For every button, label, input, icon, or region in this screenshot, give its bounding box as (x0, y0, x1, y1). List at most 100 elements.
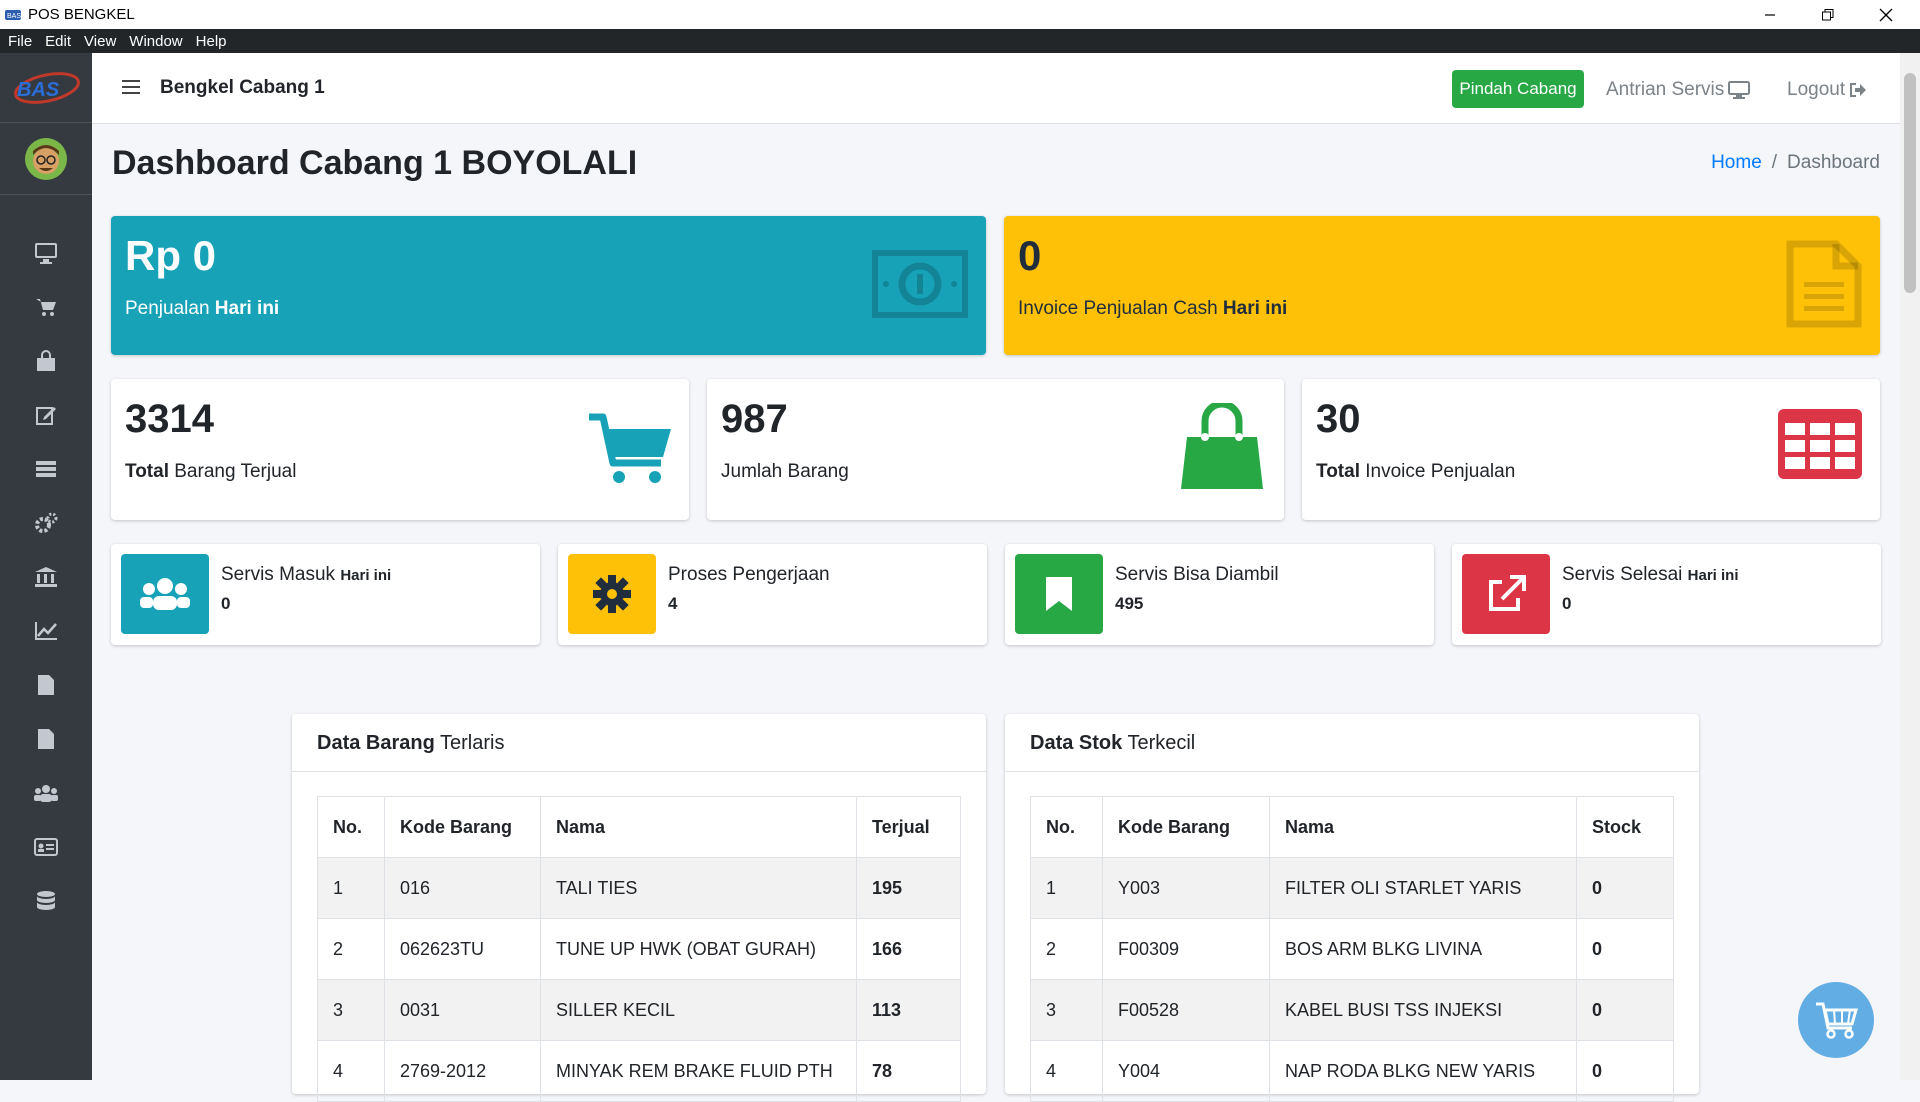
nav-penjualan[interactable] (0, 287, 92, 327)
hamburger-menu-icon[interactable] (122, 79, 140, 95)
menu-view[interactable]: View (84, 33, 116, 50)
database-icon (37, 891, 55, 910)
cell-nama: KABEL BUSI TSS INJEKSI (1269, 979, 1577, 1041)
cart-icon (1816, 1002, 1858, 1039)
cell-nama: TALI TIES (540, 857, 857, 919)
cell-nama: NAP RODA BLKG NEW YARIS (1269, 1040, 1577, 1102)
servis-selesai-label: Servis Selesai Hari ini (1562, 564, 1739, 585)
col-kode-barang: Kode Barang (1102, 796, 1270, 858)
brand-logo[interactable]: BAS (0, 53, 92, 123)
proses-pengerjaan-icon-box (568, 554, 656, 634)
svg-text:BAS: BAS (17, 79, 60, 101)
cell-terjual: 166 (856, 918, 961, 980)
stok-terkecil-title: Data Stok Terkecil (1005, 714, 1699, 772)
proses-pengerjaan-label: Proses Pengerjaan (668, 564, 830, 585)
penjualan-value: Rp 0 (125, 232, 217, 279)
minimize-button[interactable] (1741, 0, 1799, 29)
servis-bisa-diambil-value: 495 (1115, 594, 1144, 613)
stok-terkecil-card: Data Stok Terkecil No. Kode Barang Nama … (1005, 714, 1699, 1102)
cell-stock: 0 (1576, 857, 1674, 919)
barang-terjual-value: 3314 (125, 397, 214, 441)
sidebar: BAS (0, 53, 92, 1080)
nav-bank[interactable] (0, 557, 92, 597)
shopping-bag-icon (37, 350, 55, 371)
shopping-bag-icon (1181, 403, 1263, 489)
nav-dokumen-1[interactable] (0, 665, 92, 705)
antrian-servis-label: Antrian Servis (1606, 79, 1725, 100)
table-row: 1 016 TALI TIES 195 (317, 857, 961, 919)
restore-button[interactable] (1799, 0, 1857, 29)
jumlah-barang-box: 987 Jumlah Barang (707, 379, 1284, 520)
menu-file[interactable]: File (8, 33, 32, 50)
nav-edit[interactable] (0, 395, 92, 435)
servis-masuk-box: Servis Masuk Hari ini 0 (111, 544, 540, 645)
cell-kode: F00528 (1102, 979, 1270, 1041)
window-title: POS BENGKEL (28, 6, 135, 23)
nav-data[interactable] (0, 449, 92, 489)
cell-no: 3 (317, 979, 385, 1041)
page-title: Dashboard Cabang 1 BOYOLALI (112, 144, 638, 182)
breadcrumb: Home / Dashboard (1711, 152, 1880, 174)
cart-icon (36, 299, 56, 316)
cell-terjual: 113 (856, 979, 961, 1041)
cell-no: 4 (317, 1040, 385, 1102)
nav-users[interactable] (0, 773, 92, 813)
breadcrumb-home[interactable]: Home (1711, 152, 1762, 174)
close-button[interactable] (1857, 0, 1915, 29)
nav-laporan-grafik[interactable] (0, 611, 92, 651)
app-logo-icon: BAS (5, 9, 21, 20)
nav-dokumen-2[interactable] (0, 719, 92, 759)
menu-window[interactable]: Window (129, 33, 182, 50)
floating-cart-button[interactable] (1798, 982, 1874, 1058)
nav-dashboard[interactable] (0, 233, 92, 273)
col-no: No. (1030, 796, 1103, 858)
file-text-icon (1786, 240, 1862, 328)
list-icon (36, 461, 56, 477)
invoice-cash-label: Invoice Penjualan Cash Hari ini (1018, 298, 1288, 319)
cell-no: 4 (1030, 1040, 1103, 1102)
cell-stock: 0 (1576, 1040, 1674, 1102)
penjualan-label: Penjualan Hari ini (125, 298, 280, 319)
cell-no: 2 (317, 918, 385, 980)
cell-nama: SILLER KECIL (540, 979, 857, 1041)
nav-pembelian[interactable] (0, 341, 92, 381)
nav-database[interactable] (0, 881, 92, 921)
table-header-row: No. Kode Barang Nama Terjual (317, 796, 961, 858)
table-row: 4 2769-2012 MINYAK REM BRAKE FLUID PTH 78 (317, 1040, 961, 1102)
scrollbar-thumb[interactable] (1904, 73, 1916, 293)
cell-kode: F00309 (1102, 918, 1270, 980)
breadcrumb-separator: / (1771, 152, 1778, 173)
col-kode-barang: Kode Barang (384, 796, 541, 858)
cell-no: 2 (1030, 918, 1103, 980)
servis-masuk-icon-box (121, 554, 209, 634)
antrian-servis-link[interactable]: Antrian Servis (1606, 79, 1751, 101)
menu-edit[interactable]: Edit (45, 33, 71, 50)
proses-pengerjaan-box: Proses Pengerjaan 4 (558, 544, 987, 645)
nav-settings[interactable] (0, 503, 92, 543)
stok-terkecil-table: No. Kode Barang Nama Stock 1 Y003 FILTER O… (1030, 796, 1674, 1102)
vertical-scrollbar[interactable] (1900, 53, 1920, 1080)
jumlah-barang-label: Jumlah Barang (721, 461, 849, 482)
servis-bisa-diambil-label: Servis Bisa Diambil (1115, 564, 1279, 585)
nav-id-card[interactable] (0, 827, 92, 867)
file-icon (38, 729, 54, 749)
barang-terjual-label: Total Barang Terjual (125, 461, 297, 482)
bank-icon (35, 567, 57, 587)
chart-line-icon (35, 622, 57, 640)
pindah-cabang-button[interactable]: Pindah Cabang (1452, 70, 1584, 108)
logout-link[interactable]: Logout (1787, 79, 1867, 101)
servis-selesai-icon-box (1462, 554, 1550, 634)
col-stock: Stock (1576, 796, 1674, 858)
table-row: 2 062623TU TUNE UP HWK (OBAT GURAH) 166 (317, 918, 961, 980)
col-nama: Nama (540, 796, 857, 858)
servis-masuk-label: Servis Masuk Hari ini (221, 564, 392, 585)
avatar (25, 137, 67, 180)
invoice-total-value: 30 (1316, 397, 1361, 441)
menu-help[interactable]: Help (196, 33, 227, 50)
servis-bisa-diambil-icon-box (1015, 554, 1103, 634)
servis-selesai-value: 0 (1562, 594, 1572, 613)
cell-kode: 062623TU (384, 918, 541, 980)
col-no: No. (317, 796, 385, 858)
user-panel[interactable] (0, 123, 92, 195)
desktop-icon (1728, 81, 1751, 99)
